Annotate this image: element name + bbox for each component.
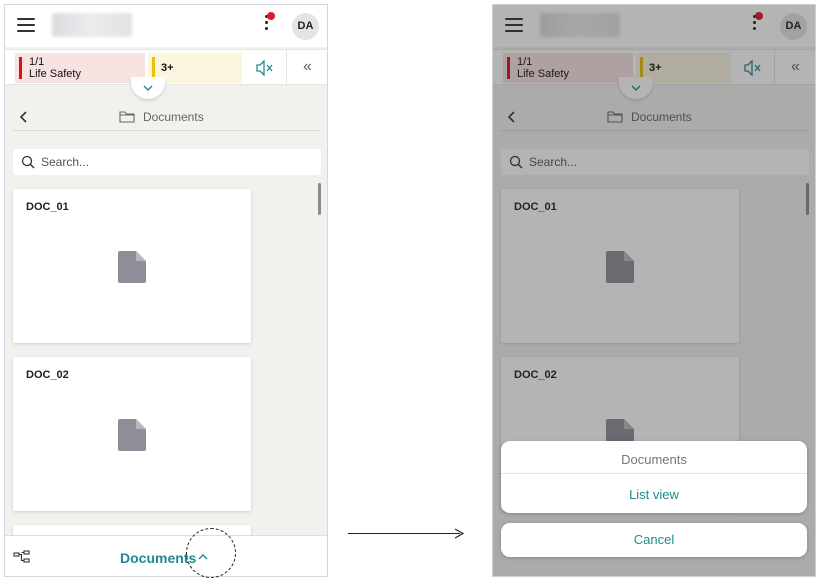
chevron-left-icon[interactable] [17,109,31,125]
arrow-right-icon [348,533,460,534]
phone-screen-before: DA 1/1 Life Safety 3+ « Documents Search… [4,4,328,577]
other-alarm-count: 3+ [161,62,174,74]
tree-icon[interactable] [13,550,31,564]
divider [501,473,807,474]
expand-alarms-button[interactable] [131,77,165,99]
document-icon [118,251,146,283]
document-card-doc-01[interactable]: DOC_01 [13,189,251,343]
page-title: Documents [143,110,204,124]
scrollbar-thumb[interactable] [318,183,321,215]
kebab-menu-icon[interactable] [261,12,275,37]
search-placeholder: Search... [41,155,90,169]
bottom-bar-title[interactable]: Documents [120,550,196,566]
action-sheet-title: Documents [621,452,687,467]
top-bar: DA [5,5,327,47]
arrow-head [454,528,464,539]
avatar[interactable]: DA [292,13,319,40]
alarm-status-strip: 1/1 Life Safety 3+ « [5,49,327,86]
notification-dot [267,12,275,20]
life-safety-indicator [19,57,22,79]
phone-screen-after: DA 1/1 Life Safety 3+ « Documents Search… [492,4,816,577]
double-chevron-left-icon[interactable]: « [286,50,327,86]
hamburger-icon[interactable] [17,18,35,32]
folder-icon [119,110,135,123]
document-card-doc-02[interactable]: DOC_02 [13,357,251,511]
life-safety-label: Life Safety [29,68,81,80]
bottom-bar: Documents [5,535,327,576]
breadcrumb: Documents [13,103,321,131]
tap-highlight-circle [186,528,236,578]
life-safety-alarm-card[interactable]: 1/1 Life Safety [15,53,145,83]
document-title: DOC_02 [26,369,69,381]
life-safety-count: 1/1 [29,56,45,68]
action-sheet: Documents List view [501,441,807,513]
search-icon [21,155,35,169]
chevron-down-icon [143,85,153,91]
blurred-logo [52,13,132,37]
warning-indicator [152,57,155,79]
search-input[interactable]: Search... [13,149,321,175]
document-title: DOC_01 [26,201,69,213]
mute-icon[interactable] [247,55,281,81]
cancel-button[interactable]: Cancel [501,523,807,557]
list-view-option[interactable]: List view [501,487,807,502]
document-icon [118,419,146,451]
